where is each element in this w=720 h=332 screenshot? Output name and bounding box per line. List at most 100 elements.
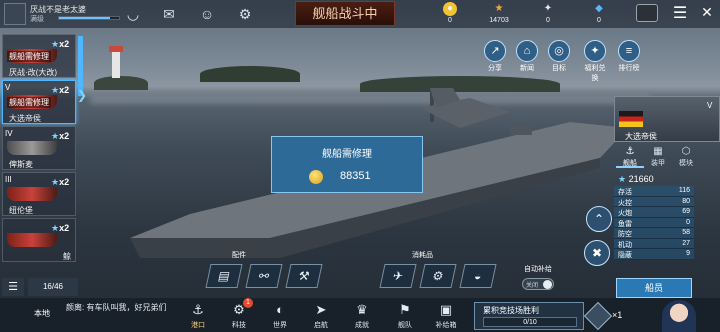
fleet-count[interactable]: 16/46 [28, 278, 78, 296]
consumable-slot-3[interactable]: ◒ [459, 264, 497, 288]
settings-gear-icon[interactable]: ⚙ [236, 5, 254, 23]
goals-button[interactable]: ◎ 目标 [546, 40, 572, 73]
tab-armor[interactable]: ▦ 装甲 [644, 146, 672, 168]
star-icon: ★ [618, 174, 627, 184]
toggle-knob [543, 280, 552, 289]
ship-name: 纽伦堡 [9, 206, 33, 215]
nav-supply-box[interactable]: ▣ 补给箱 [428, 300, 464, 330]
menu-icon[interactable]: ☰ [668, 3, 692, 25]
island [200, 66, 300, 82]
ship-star-count: x2 [59, 85, 70, 95]
fleet-slot[interactable]: ★x2 舰船需修理 厌战·改(大改) [2, 34, 76, 78]
repair-message: 舰船需修理 [322, 149, 372, 160]
ship-preview[interactable]: V 大选帝侯 [614, 96, 720, 142]
treasure-chest-icon[interactable] [636, 4, 658, 22]
resource-white-star[interactable]: ✦ 0 [531, 2, 565, 24]
nav-supply-box-label: 补给箱 [435, 322, 457, 329]
supply-box-icon: ▣ [439, 302, 453, 317]
white-star-icon: ✦ [543, 3, 553, 14]
fleet-scroll-indicator[interactable] [78, 36, 83, 96]
fleet-slot[interactable]: ★x2 鲸 [2, 218, 76, 262]
experience-fill [59, 17, 110, 19]
resource-stars[interactable]: ★ 14703 [482, 2, 516, 24]
leaderboard-icon: ≡ [618, 40, 640, 62]
stat-row: 隐蔽 9 [614, 249, 694, 260]
news-button[interactable]: ⌂ 新闻 [514, 40, 540, 73]
fleet-slot-selected[interactable]: V ★x2 舰船需修理 大选帝侯 [2, 80, 76, 124]
auto-supply-toggle[interactable]: 关闭 [522, 278, 554, 290]
nav-depart[interactable]: ➤ 启航 [303, 300, 339, 330]
list-view-icon[interactable]: ☰ [2, 278, 24, 296]
wings-icon[interactable]: ◡ [124, 5, 142, 23]
friends-icon[interactable]: ☺ [198, 5, 216, 23]
stars-value: 14703 [489, 17, 509, 24]
module-icon: ⬡ [681, 146, 691, 157]
trophy-icon: ♛ [356, 302, 368, 317]
arena-title: 累积竞技场胜利 [483, 306, 539, 315]
star-icon: ★ [51, 39, 60, 49]
upgrade-icon[interactable]: ⌃ [586, 206, 612, 232]
nav-fleet[interactable]: ⚑ 舰队 [387, 300, 423, 330]
crew-button[interactable]: 船员 [616, 278, 692, 298]
share-button[interactable]: ↗ 分享 [482, 40, 508, 73]
stat-row: 火炮 69 [614, 207, 694, 218]
ship-thumbnail [7, 141, 57, 155]
tab-modules[interactable]: ⬡ 模块 [672, 146, 700, 168]
redeem-button[interactable]: ✦ 福利兑换 [582, 40, 608, 83]
ship-stars: ★x2 [51, 85, 69, 96]
part-slot-3[interactable]: ⚒ [285, 264, 323, 288]
repair-cost: 88351 [340, 170, 371, 182]
repair-popup[interactable]: 舰船需修理 88351 [271, 136, 423, 193]
armor-icon: ▦ [653, 146, 663, 157]
nav-tech[interactable]: 1 ⚙ 科技 [221, 298, 257, 330]
player-level: 满级 [30, 16, 44, 23]
nav-fleet-label: 舰队 [398, 322, 412, 329]
stat-value: 9 [686, 250, 690, 257]
news-icon: ⌂ [516, 40, 538, 62]
stat-value: 58 [682, 229, 690, 236]
fleet-slot[interactable]: III ★x2 纽伦堡 [2, 172, 76, 216]
stat-value: 0 [686, 218, 690, 226]
leaderboard-button[interactable]: ≡ 排行榜 [616, 40, 642, 73]
fleet-flag-icon: ⚑ [399, 302, 411, 317]
stat-list: 存活 116 火控 80 火炮 69 鱼雷 0 防空 58 机动 27 隐蔽 9 [614, 186, 694, 260]
close-icon[interactable]: ✕ [698, 3, 716, 21]
consumable-slot-1[interactable]: ✈ [379, 264, 417, 288]
arena-quest[interactable]: 累积竞技场胜利 0/10 [474, 302, 584, 330]
adviser-avatar[interactable] [662, 300, 696, 332]
mail-icon[interactable]: ✉ [160, 5, 178, 23]
nav-achievements[interactable]: ♛ 成就 [344, 300, 380, 330]
toggle-state: 关闭 [526, 283, 539, 289]
nav-world[interactable]: ◐ 世界 [262, 300, 298, 330]
resource-gold[interactable]: ● 0 [433, 2, 467, 24]
chat-message[interactable]: 颜离: 有车队叫我，好兄弟们 [66, 302, 176, 313]
chat-channel[interactable]: 本地 [34, 308, 50, 319]
stat-value: 116 [678, 187, 690, 194]
ship-stars: ★x2 [51, 223, 69, 234]
ship-star-count: x2 [59, 223, 70, 233]
consumable-slot-2[interactable]: ⚙ [419, 264, 457, 288]
star-icon: ★ [494, 3, 504, 14]
repair-wrench-icon[interactable]: ✖ [584, 240, 610, 266]
stat-name: 火控 [618, 199, 632, 207]
share-icon: ↗ [484, 40, 506, 62]
consumables-label: 消耗品 [412, 252, 433, 259]
stat-row: 火控 80 [614, 196, 694, 207]
share-label: 分享 [488, 65, 502, 72]
parts-label: 配件 [232, 252, 246, 259]
fleet-slot[interactable]: IV ★x2 俾斯麦 [2, 126, 76, 170]
part-slot-1[interactable]: ▤ [205, 264, 243, 288]
ship-tier: V [5, 83, 11, 92]
stat-name: 机动 [618, 241, 632, 249]
experience-bar [58, 16, 120, 20]
repair-tag: 舰船需修理 [7, 97, 51, 108]
ship-name: 鲸 [63, 252, 71, 261]
ship-tabs: ⚓ 舰船 ▦ 装甲 ⬡ 模块 [614, 146, 720, 168]
ship-tier: III [5, 175, 12, 184]
nav-port[interactable]: ⚓ 港口 [180, 300, 216, 330]
part-slot-2[interactable]: ⚯ [245, 264, 283, 288]
player-avatar[interactable] [4, 3, 26, 25]
resource-diamond[interactable]: ◆ 0 [582, 2, 616, 24]
chevron-right-icon[interactable]: ❯ [77, 88, 87, 102]
tab-ship[interactable]: ⚓ 舰船 [616, 146, 644, 168]
